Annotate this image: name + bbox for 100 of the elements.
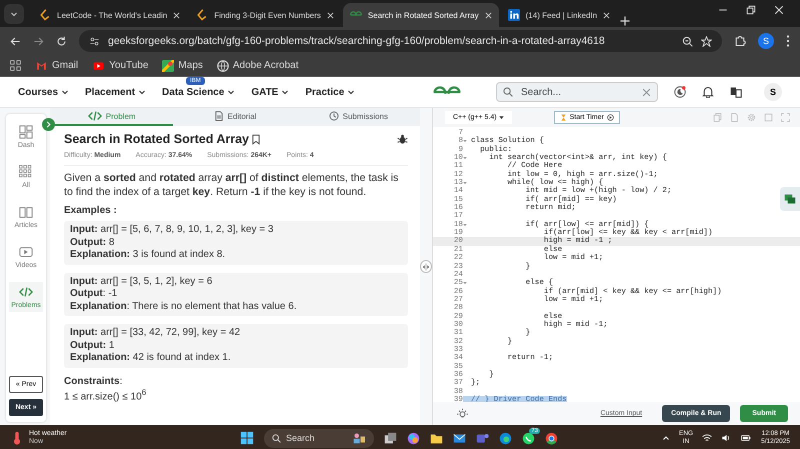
example-line: Input: arr[] = [5, 6, 7, 8, 9, 10, 1, 2, 3], key = 3: [70, 224, 274, 236]
reload-icon: [56, 36, 67, 46]
clock-icon: [328, 111, 339, 121]
taskbar-search[interactable]: Search: [264, 428, 374, 448]
bookmark[interactable]: Gmail: [35, 60, 78, 71]
search-field[interactable]: Search...: [519, 86, 636, 98]
browser-tab[interactable]: LeetCode - The World's Leadin: [32, 3, 188, 27]
map-pin-icon: [162, 60, 174, 72]
tab-search-button[interactable]: [4, 4, 24, 24]
bookmark[interactable]: Maps: [162, 60, 203, 72]
example-line: Output: 8: [70, 236, 116, 249]
forward-icon: [33, 36, 44, 46]
example-line: Explanation: 42 is found at index 1.: [70, 352, 232, 364]
problem-description: Given a sorted and rotated array arr[] of distinct elements, the task is to find the index of a target key. Return -1 if the key is not found.: [64, 171, 400, 199]
close-icon: [484, 12, 492, 18]
constraints-heading: Constraints:: [64, 376, 124, 386]
problem-tab[interactable]: Editorial: [173, 108, 297, 126]
people-icon: [352, 432, 366, 444]
address-bar[interactable]: geeksforgeeks.org/batch/gfg-160-problems/track/searching-gfg-160/problem/search-in-a-rotated-array4618: [79, 30, 722, 52]
nav-menu[interactable]: GATE: [251, 86, 290, 98]
problem-tab[interactable]: Submissions: [296, 108, 420, 126]
mail-icon: [453, 432, 466, 444]
chat-button[interactable]: [780, 187, 800, 211]
chevron-down-icon: [281, 88, 290, 96]
zoom-icon: [682, 36, 693, 46]
extensions-icon: [734, 35, 746, 47]
chevron-down-icon: [10, 10, 18, 18]
new-tab-icon: [619, 15, 632, 27]
resize-icon: [422, 262, 430, 270]
chevron-down-icon: [61, 88, 70, 96]
code-editor[interactable]: [433, 127, 800, 402]
chevron-down-icon: [347, 88, 356, 96]
copilot-icon: [407, 432, 420, 444]
play-circle-icon: [606, 114, 614, 121]
fullscreen-icon: [781, 113, 790, 122]
globe-icon: [216, 60, 229, 72]
task-view-icon: [384, 432, 397, 444]
document-icon: [214, 111, 224, 121]
lightbulb-icon: [457, 408, 468, 419]
mail-icon: [35, 60, 48, 70]
site-settings-icon: [89, 36, 100, 46]
copy-icon: [713, 113, 722, 122]
example-line: Input: arr[] = [33, 42, 72, 99], key = 42: [70, 327, 242, 340]
code-icon: [88, 109, 102, 123]
example-line: Output: 1: [70, 340, 116, 352]
close-icon: [774, 5, 784, 15]
example-line: Explanation: There is no element that has value 6.: [70, 300, 298, 313]
constraint-text: 1 ≤ arr.size() ≤ 10$^{6}$: [64, 386, 148, 402]
nav-menu[interactable]: Data Science: [162, 86, 236, 98]
wifi-icon: [702, 433, 712, 443]
hourglass-icon: [560, 114, 567, 121]
back-icon: [10, 36, 21, 46]
search-icon: [272, 434, 281, 442]
star-icon: [701, 36, 712, 46]
close-icon: [603, 12, 610, 18]
video-icon: [19, 245, 33, 259]
bell-icon: [702, 86, 714, 98]
edge-icon: [499, 432, 512, 444]
dashboard-icon: [19, 125, 33, 139]
dark-mode-icon: [674, 86, 686, 98]
nav-menu[interactable]: Courses: [18, 86, 70, 98]
browser-tab[interactable]: (14) Feed | LinkedIn: [500, 3, 618, 27]
teams-icon: [476, 432, 489, 444]
chevron-up-icon: [662, 434, 670, 442]
bug-icon: [397, 134, 408, 144]
search-bar[interactable]: Search...: [496, 82, 658, 102]
play-icon: [92, 60, 106, 70]
chevron-down-icon: [138, 88, 146, 96]
nav-menu[interactable]: Placement: [85, 86, 146, 98]
chrome-icon: [545, 432, 558, 444]
problem-title: Search in Rotated Sorted Array: [64, 132, 250, 146]
bookmark[interactable]: YouTube: [92, 60, 148, 71]
examples-heading: Examples :: [64, 205, 118, 216]
linkedin-icon: [508, 9, 520, 21]
close-icon: [173, 12, 180, 18]
nav-menu[interactable]: Practice: [305, 86, 356, 98]
folder-icon: [430, 432, 443, 444]
apps-icon: [10, 60, 21, 71]
windows-start-icon: [240, 431, 254, 445]
browser-tab[interactable]: Search in Rotated Sorted Array: [342, 3, 499, 27]
user-avatar[interactable]: S: [764, 83, 782, 101]
close-icon: [326, 12, 334, 18]
chevron-down-icon: [227, 88, 236, 96]
code-icon: [19, 285, 33, 299]
whatsapp-icon: [522, 432, 535, 444]
settings-icon: [747, 113, 756, 122]
profile-avatar[interactable]: S: [758, 33, 774, 49]
search-icon: [503, 87, 513, 97]
translate-icon: [730, 86, 742, 98]
example-line: Output: -1: [70, 288, 118, 300]
browser-tab[interactable]: Finding 3-Digit Even Numbers: [189, 3, 341, 27]
chevron-right-icon: [45, 121, 52, 128]
resize-handle[interactable]: [420, 260, 432, 273]
battery-icon: [740, 433, 752, 443]
selection-highlight: [463, 396, 471, 402]
restore-icon: [746, 5, 756, 15]
bookmark[interactable]: Adobe Acrobat: [216, 60, 298, 72]
volume-icon: [721, 433, 732, 443]
menu-icon: [786, 35, 790, 47]
window-icon: [764, 113, 773, 122]
